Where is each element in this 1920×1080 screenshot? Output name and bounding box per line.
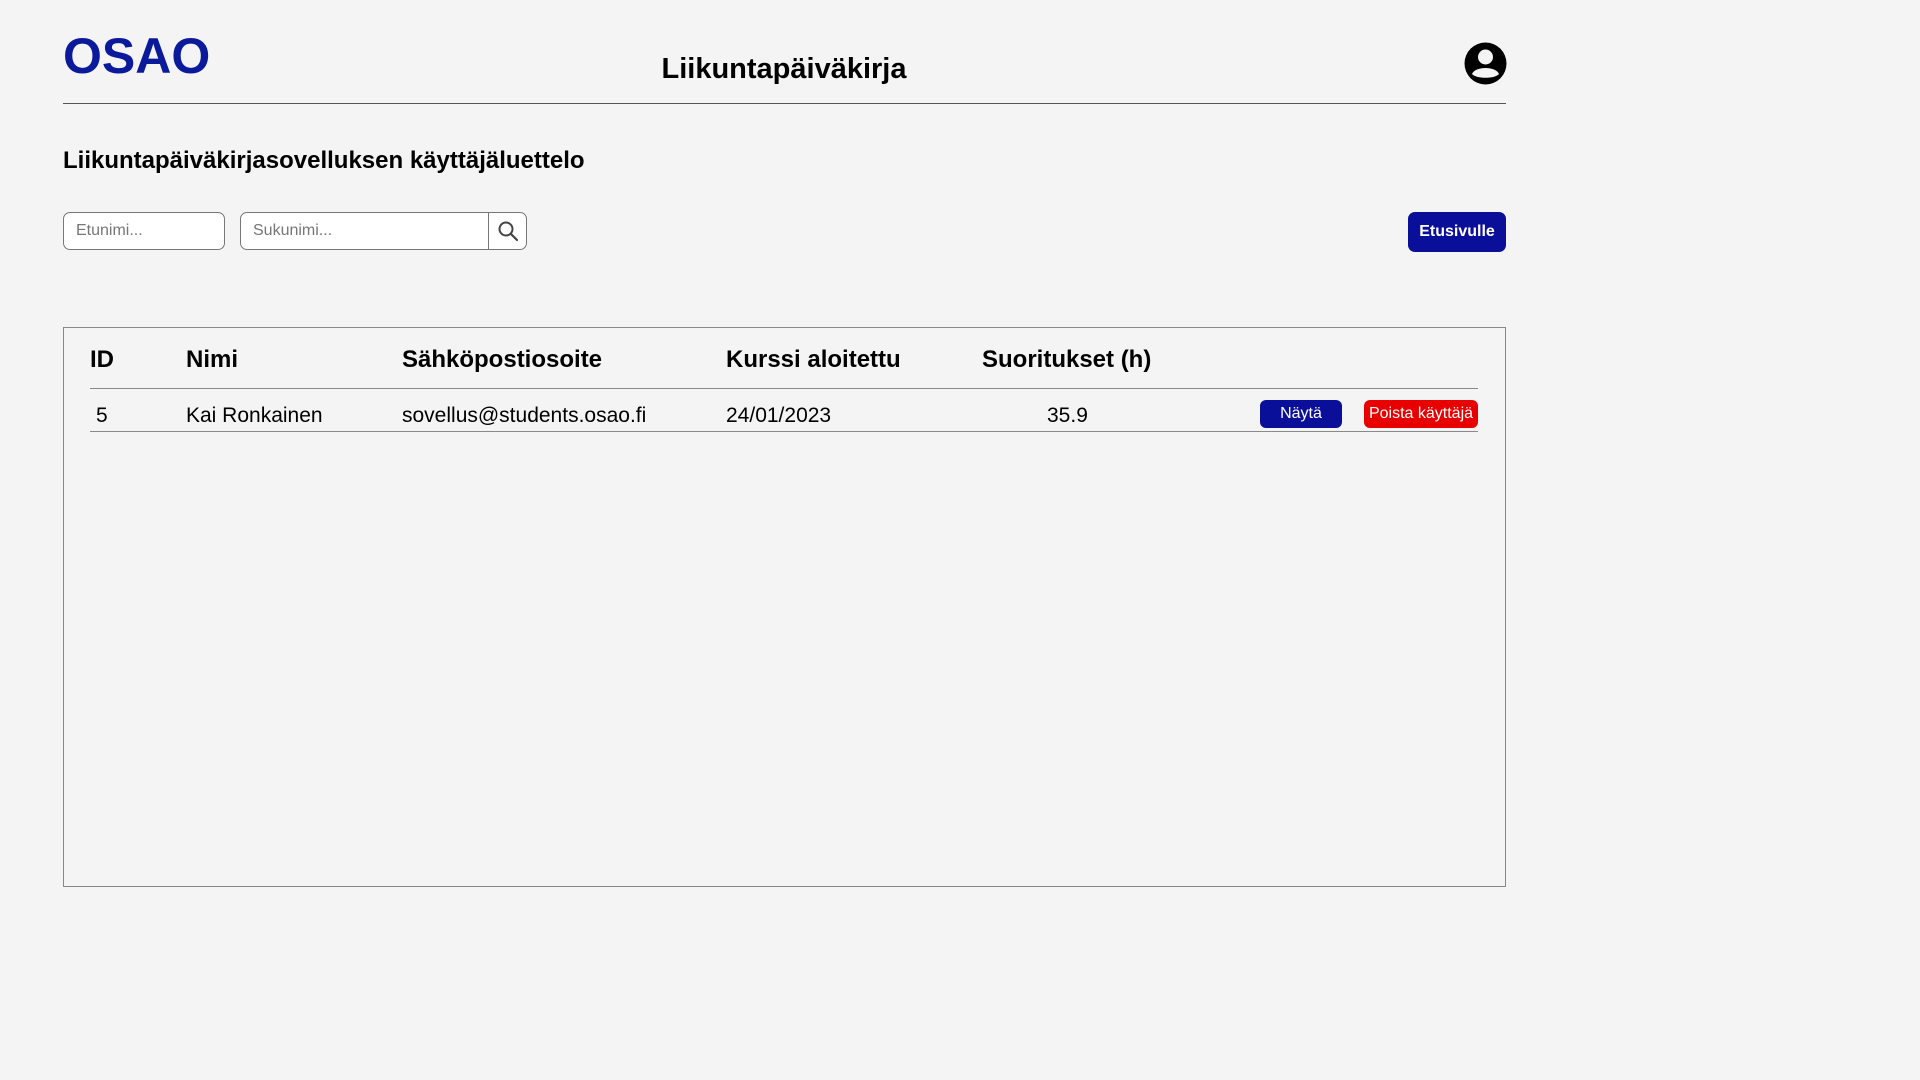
page: OSAO Liikuntapäiväkirja Liikuntapäiväkir… xyxy=(0,0,1568,887)
delete-user-button[interactable]: Poista käyttäjä xyxy=(1364,400,1478,428)
column-header-email: Sähköpostiosoite xyxy=(402,346,603,373)
column-header-hours: Suoritukset (h) xyxy=(982,346,1152,373)
page-title: Liikuntapäiväkirjasovelluksen käyttäjälu… xyxy=(63,147,585,174)
cell-id: 5 xyxy=(96,404,108,427)
account-circle-icon[interactable] xyxy=(1464,42,1507,85)
first-name-search-input[interactable] xyxy=(63,212,225,250)
home-button[interactable]: Etusivulle xyxy=(1408,212,1506,252)
table-header-divider xyxy=(90,388,1478,389)
column-header-id: ID xyxy=(90,346,114,373)
header-divider xyxy=(63,103,1506,104)
search-button[interactable] xyxy=(488,212,527,250)
column-header-course-started: Kurssi aloitettu xyxy=(726,346,901,373)
show-user-button[interactable]: Näytä xyxy=(1260,400,1342,428)
app-title: Liikuntapäiväkirja xyxy=(661,53,907,85)
cell-email: sovellus@students.osao.fi xyxy=(402,404,647,427)
cell-name: Kai Ronkainen xyxy=(186,404,323,427)
cell-course-started: 24/01/2023 xyxy=(726,404,832,427)
column-header-name: Nimi xyxy=(186,346,239,373)
search-icon xyxy=(498,221,518,242)
table-row-divider xyxy=(90,431,1478,432)
last-name-search-input[interactable] xyxy=(240,212,489,250)
cell-hours: 35.9 xyxy=(1047,404,1088,427)
